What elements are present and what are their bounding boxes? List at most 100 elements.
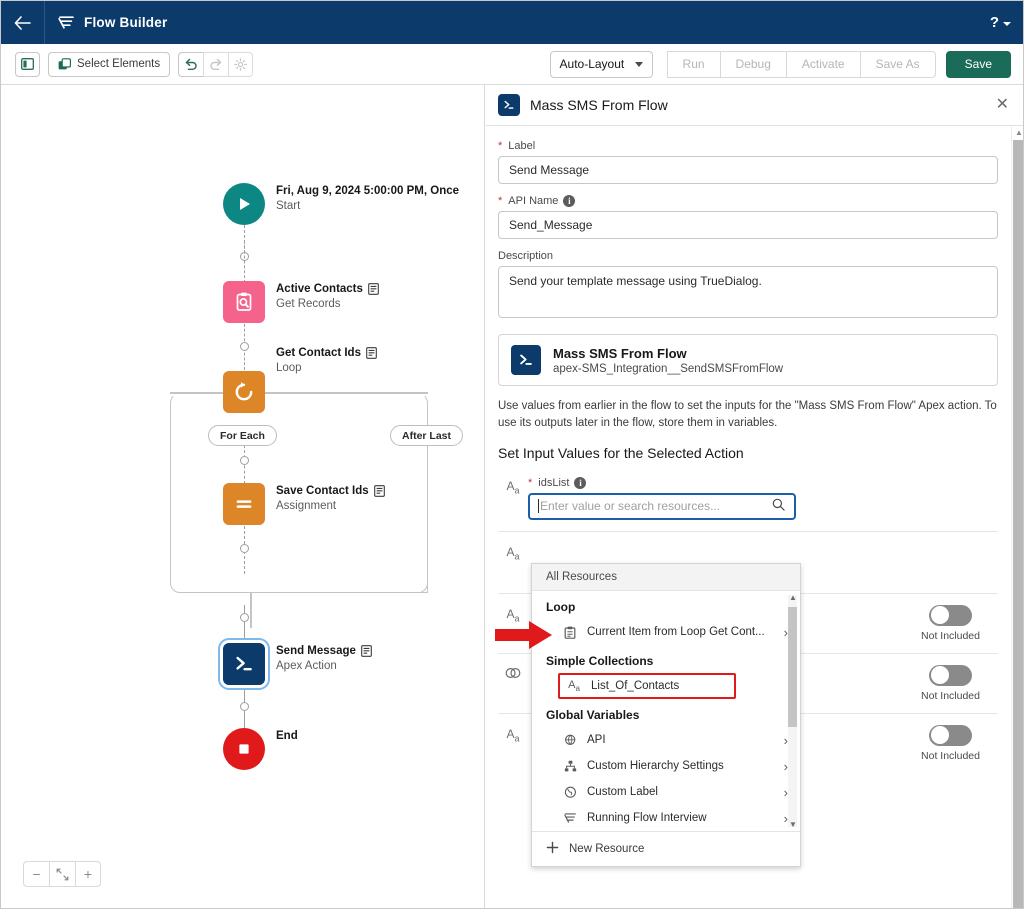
input-row-main: * idsList i Enter value or search resour… (528, 476, 903, 520)
label-input[interactable] (498, 156, 998, 184)
dropdown-item-label: List_Of_Contacts (591, 680, 680, 692)
text-caret (538, 499, 539, 514)
description-icon (361, 645, 372, 657)
flow-settings-button[interactable] (228, 51, 254, 77)
search-input[interactable]: Enter value or search resources... (528, 492, 796, 520)
zoom-fit-button[interactable] (49, 861, 75, 887)
dropdown-item-api[interactable]: API › (532, 727, 800, 753)
description-textarea[interactable]: Send your template message using TrueDia… (498, 266, 998, 318)
dropdown-item-list-of-contacts[interactable]: Aa List_Of_Contacts (558, 673, 736, 699)
back-button[interactable] (1, 1, 45, 44)
toggle-left-panel-button[interactable] (15, 51, 40, 77)
dropdown-item-running-flow-interview[interactable]: Running Flow Interview › (532, 805, 800, 831)
connector-add-2[interactable] (239, 342, 249, 351)
activate-button[interactable]: Activate (785, 50, 860, 78)
flow-canvas[interactable]: Fri, Aug 9, 2024 5:00:00 PM, Once Start … (1, 85, 485, 908)
history-button-group (178, 51, 254, 77)
connector-segment (244, 241, 245, 283)
scroll-up-arrow-icon[interactable]: ▲ (1015, 128, 1023, 137)
red-arrow-annotation (495, 618, 553, 657)
branch-label-for-each[interactable]: For Each (208, 425, 277, 446)
toggle-switch[interactable] (929, 604, 972, 626)
api-name-input[interactable] (498, 211, 998, 239)
info-icon[interactable]: i (563, 195, 576, 207)
node-title: Send Message (276, 645, 356, 657)
flow-node-active-contacts[interactable]: Active Contacts Get Records (223, 281, 379, 323)
resource-dropdown[interactable]: All Resources Loop Current Item from Loo… (531, 563, 801, 867)
include-toggle-3[interactable]: Not Included (903, 604, 998, 642)
globe-icon (562, 786, 578, 799)
select-elements-button[interactable]: Select Elements (48, 51, 171, 77)
merge-line (251, 591, 427, 593)
dropdown-item-label: Running Flow Interview (587, 812, 707, 824)
node-subtitle: Assignment (276, 500, 337, 512)
flow-node-save-contact-ids[interactable]: Save Contact Ids Assignment (223, 483, 385, 525)
description-field-group: Description Send your template message u… (498, 250, 998, 323)
connector-add-5[interactable] (239, 613, 249, 622)
dropdown-item-current-item[interactable]: Current Item from Loop Get Cont... › (532, 619, 800, 645)
panel-title: Mass SMS From Flow (530, 97, 668, 113)
panel-scrollbar[interactable]: ▲ (1011, 126, 1023, 908)
flow-builder-window: Flow Builder ? Select Elements Auto-Layo… (0, 0, 1024, 909)
app-brand: Flow Builder (58, 15, 167, 30)
toggle-label: Not Included (921, 629, 980, 642)
node-title: End (276, 730, 298, 742)
zoom-out-button[interactable]: − (23, 861, 49, 887)
text-type-icon: Aa (506, 544, 520, 562)
connector-add-3[interactable] (239, 456, 249, 465)
node-title: Fri, Aug 9, 2024 5:00:00 PM, Once (276, 185, 460, 197)
toggle-switch[interactable] (929, 664, 972, 686)
panel-scrollbar-thumb[interactable] (1013, 140, 1023, 908)
chevron-down-icon (1003, 22, 1011, 26)
save-button[interactable]: Save (945, 50, 1011, 78)
dropdown-scroll-area[interactable]: Loop Current Item from Loop Get Cont... … (532, 591, 800, 831)
new-resource-button[interactable]: New Resource (532, 831, 800, 866)
debug-button[interactable]: Debug (719, 50, 786, 78)
left-panel-toggle-icon (21, 58, 34, 70)
toggle-knob (930, 666, 949, 685)
help-menu-button[interactable]: ? (990, 14, 1011, 31)
resource-combobox[interactable]: Enter value or search resources... (528, 492, 903, 520)
action-api-name: apex-SMS_Integration__SendSMSFromFlow (553, 362, 784, 375)
toolbar-right-group: Auto-Layout Run Debug Activate Save As S… (549, 50, 1011, 78)
required-marker: * (528, 476, 533, 489)
flow-node-send-message[interactable]: Send Message Apex Action (223, 643, 372, 685)
input-values-section-title: Set Input Values for the Selected Action (498, 444, 744, 461)
app-header: Flow Builder ? (1, 1, 1023, 44)
include-toggle-5[interactable]: Not Included (903, 724, 998, 762)
api-name-field-group: * API Name i (498, 195, 998, 239)
help-label: ? (989, 14, 999, 31)
dropdown-item-custom-hierarchy-settings[interactable]: Custom Hierarchy Settings › (532, 753, 800, 779)
redo-button[interactable] (203, 51, 229, 77)
save-as-button[interactable]: Save As (859, 50, 936, 78)
run-button[interactable]: Run (666, 50, 720, 78)
toggle-knob (930, 606, 949, 625)
connector-add-4[interactable] (239, 544, 249, 553)
include-toggle-4[interactable]: Not Included (903, 664, 998, 702)
layout-mode-select[interactable]: Auto-Layout (549, 50, 653, 78)
search-icon[interactable] (772, 498, 785, 514)
dropdown-item-custom-label[interactable]: Custom Label › (532, 779, 800, 805)
apex-action-icon (511, 345, 541, 375)
fit-screen-icon (56, 868, 69, 880)
toggle-label: Not Included (921, 689, 980, 702)
flow-node-get-contact-ids[interactable]: Get Contact Ids Loop (223, 347, 377, 413)
connector-add-6[interactable] (239, 702, 249, 711)
undo-button[interactable] (178, 51, 204, 77)
dropdown-item-label: Current Item from Loop Get Cont... (587, 626, 765, 638)
branch-label-after-last[interactable]: After Last (390, 425, 464, 446)
merge-drop (250, 591, 252, 628)
close-icon[interactable]: ✕ (992, 95, 1013, 115)
flow-node-start[interactable]: Fri, Aug 9, 2024 5:00:00 PM, Once Start (223, 183, 459, 225)
flow-node-end[interactable]: End (223, 728, 298, 770)
scroll-down-arrow-icon[interactable]: ▼ (789, 820, 797, 829)
scrollbar-thumb[interactable] (788, 607, 797, 727)
scroll-up-arrow-icon[interactable]: ▲ (789, 593, 797, 602)
info-icon[interactable]: i (574, 476, 587, 489)
zoom-in-button[interactable]: + (75, 861, 101, 887)
app-title: Flow Builder (84, 15, 168, 30)
dropdown-scrollbar[interactable]: ▲ ▼ (788, 593, 797, 829)
toggle-switch[interactable] (929, 724, 972, 746)
action-name: Mass SMS From Flow (553, 345, 687, 361)
node-title: Active Contacts (276, 283, 363, 295)
